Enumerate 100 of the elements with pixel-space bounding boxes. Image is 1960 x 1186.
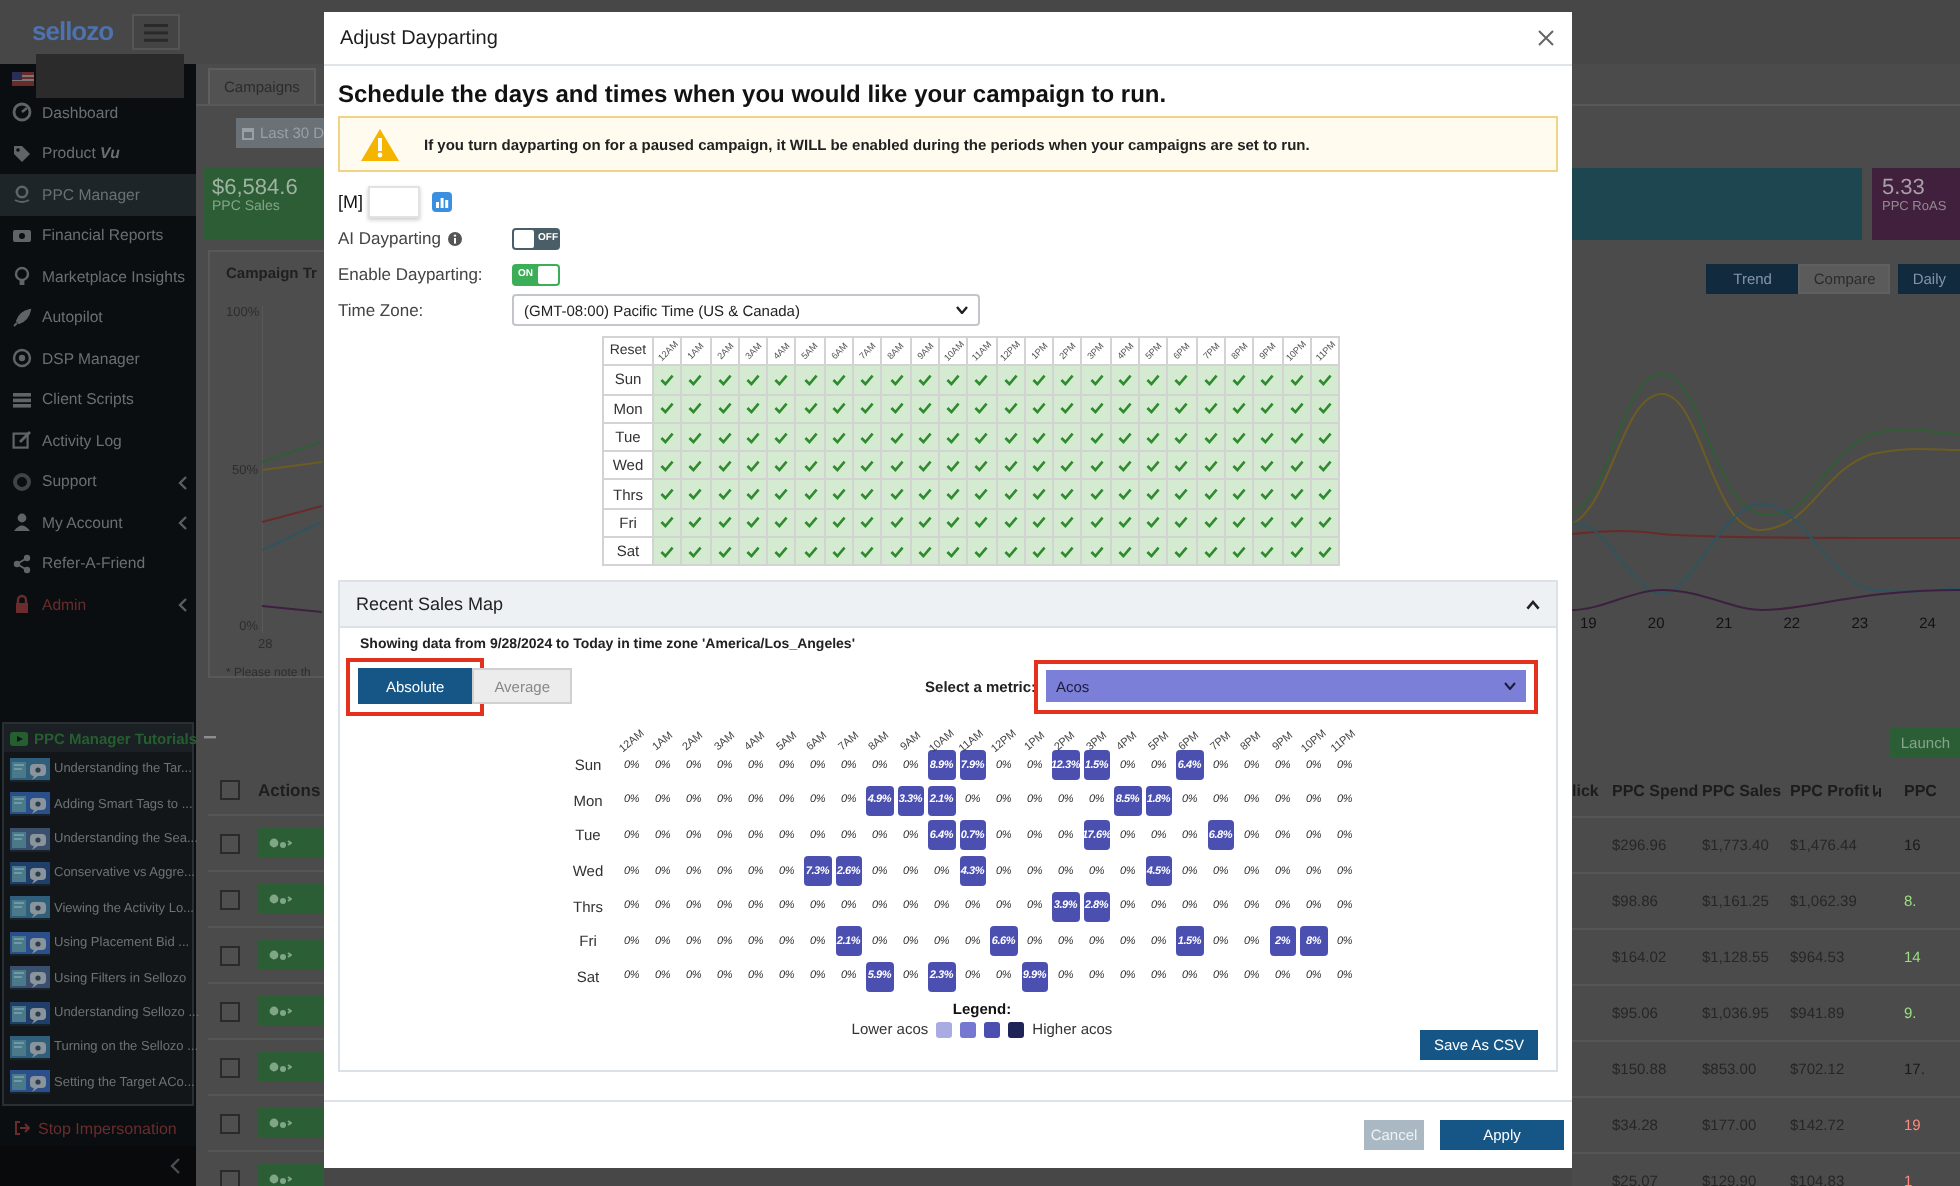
schedule-slot[interactable]	[825, 538, 855, 567]
schedule-slot[interactable]	[768, 366, 797, 396]
actions-button[interactable]	[258, 1108, 324, 1138]
schedule-slot[interactable]	[882, 538, 912, 567]
checkbox[interactable]	[220, 1001, 240, 1021]
schedule-slot[interactable]	[1140, 423, 1169, 453]
schedule-slot[interactable]	[882, 423, 912, 453]
schedule-slot[interactable]	[1197, 452, 1226, 481]
checkbox[interactable]	[220, 833, 240, 853]
close-icon[interactable]	[1538, 30, 1554, 46]
schedule-slot[interactable]	[1025, 452, 1055, 481]
schedule-slot[interactable]	[997, 452, 1026, 481]
schedule-slot[interactable]	[739, 538, 769, 567]
schedule-slot[interactable]	[768, 480, 797, 510]
caret-up-icon[interactable]	[1526, 599, 1540, 610]
schedule-slot[interactable]	[854, 423, 883, 453]
schedule-slot[interactable]	[1168, 509, 1198, 539]
schedule-slot[interactable]	[711, 452, 740, 481]
schedule-slot[interactable]	[1168, 423, 1198, 453]
schedule-slot[interactable]	[825, 480, 855, 510]
schedule-slot[interactable]	[968, 423, 998, 453]
schedule-slot[interactable]	[882, 452, 912, 481]
schedule-slot[interactable]	[768, 423, 797, 453]
schedule-slot[interactable]	[997, 480, 1026, 510]
schedule-slot[interactable]	[739, 366, 769, 396]
schedule-slot[interactable]	[854, 366, 883, 396]
checkbox[interactable]	[220, 1057, 240, 1077]
schedule-slot[interactable]	[1168, 452, 1198, 481]
schedule-slot[interactable]	[682, 423, 712, 453]
schedule-slot[interactable]	[1054, 423, 1083, 453]
schedule-slot[interactable]	[882, 509, 912, 539]
schedule-slot[interactable]	[768, 395, 797, 424]
schedule-slot[interactable]	[1225, 366, 1255, 396]
checkbox[interactable]	[220, 1113, 240, 1133]
schedule-slot[interactable]	[968, 395, 998, 424]
schedule-slot[interactable]	[1054, 509, 1083, 539]
schedule-slot[interactable]	[1111, 452, 1141, 481]
schedule-slot[interactable]	[997, 538, 1026, 567]
schedule-slot[interactable]	[654, 452, 683, 481]
schedule-slot[interactable]	[911, 452, 940, 481]
schedule-slot[interactable]	[1254, 538, 1284, 567]
schedule-slot[interactable]	[1054, 480, 1083, 510]
checkbox[interactable]	[220, 945, 240, 965]
schedule-slot[interactable]	[1283, 366, 1312, 396]
schedule-slot[interactable]	[682, 452, 712, 481]
schedule-slot[interactable]	[1254, 452, 1284, 481]
schedule-slot[interactable]	[854, 395, 883, 424]
schedule-slot[interactable]	[1254, 395, 1284, 424]
schedule-slot[interactable]	[739, 480, 769, 510]
schedule-slot[interactable]	[739, 452, 769, 481]
input-field[interactable]	[367, 186, 419, 218]
actions-button[interactable]	[258, 1052, 324, 1082]
schedule-slot[interactable]	[1082, 452, 1112, 481]
schedule-slot[interactable]	[968, 366, 998, 396]
schedule-slot[interactable]	[1311, 480, 1341, 510]
schedule-slot[interactable]	[854, 509, 883, 539]
schedule-slot[interactable]	[1082, 423, 1112, 453]
schedule-slot[interactable]	[796, 509, 826, 539]
schedule-slot[interactable]	[1168, 366, 1198, 396]
schedule-slot[interactable]	[1283, 538, 1312, 567]
actions-button[interactable]	[258, 940, 324, 970]
schedule-slot[interactable]	[1140, 452, 1169, 481]
schedule-slot[interactable]	[1140, 538, 1169, 567]
schedule-slot[interactable]	[682, 480, 712, 510]
schedule-slot[interactable]	[911, 366, 940, 396]
schedule-slot[interactable]	[968, 538, 998, 567]
schedule-slot[interactable]	[1082, 366, 1112, 396]
collapse-icon[interactable]	[170, 1158, 180, 1174]
schedule-slot[interactable]	[654, 538, 683, 567]
schedule-slot[interactable]	[939, 480, 969, 510]
schedule-slot[interactable]	[1111, 480, 1141, 510]
schedule-slot[interactable]	[1082, 395, 1112, 424]
schedule-slot[interactable]	[825, 366, 855, 396]
schedule-slot[interactable]	[1111, 538, 1141, 567]
schedule-slot[interactable]	[1225, 480, 1255, 510]
schedule-slot[interactable]	[1025, 366, 1055, 396]
schedule-slot[interactable]	[796, 480, 826, 510]
schedule-slot[interactable]	[654, 480, 683, 510]
schedule-slot[interactable]	[768, 509, 797, 539]
schedule-slot[interactable]	[939, 538, 969, 567]
schedule-slot[interactable]	[1311, 452, 1341, 481]
schedule-slot[interactable]	[768, 538, 797, 567]
schedule-slot[interactable]	[1082, 480, 1112, 510]
checkbox[interactable]	[220, 1169, 240, 1186]
schedule-slot[interactable]	[1140, 395, 1169, 424]
schedule-slot[interactable]	[682, 509, 712, 539]
actions-button[interactable]	[258, 828, 324, 858]
schedule-slot[interactable]	[796, 423, 826, 453]
actions-button[interactable]	[258, 1164, 324, 1186]
actions-button[interactable]	[258, 884, 324, 914]
schedule-slot[interactable]	[968, 452, 998, 481]
schedule-slot[interactable]	[1311, 366, 1341, 396]
schedule-slot[interactable]	[682, 395, 712, 424]
schedule-slot[interactable]	[854, 538, 883, 567]
schedule-slot[interactable]	[1054, 452, 1083, 481]
schedule-slot[interactable]	[711, 366, 740, 396]
schedule-slot[interactable]	[1225, 538, 1255, 567]
schedule-slot[interactable]	[1254, 480, 1284, 510]
schedule-slot[interactable]	[1082, 538, 1112, 567]
schedule-slot[interactable]	[968, 480, 998, 510]
